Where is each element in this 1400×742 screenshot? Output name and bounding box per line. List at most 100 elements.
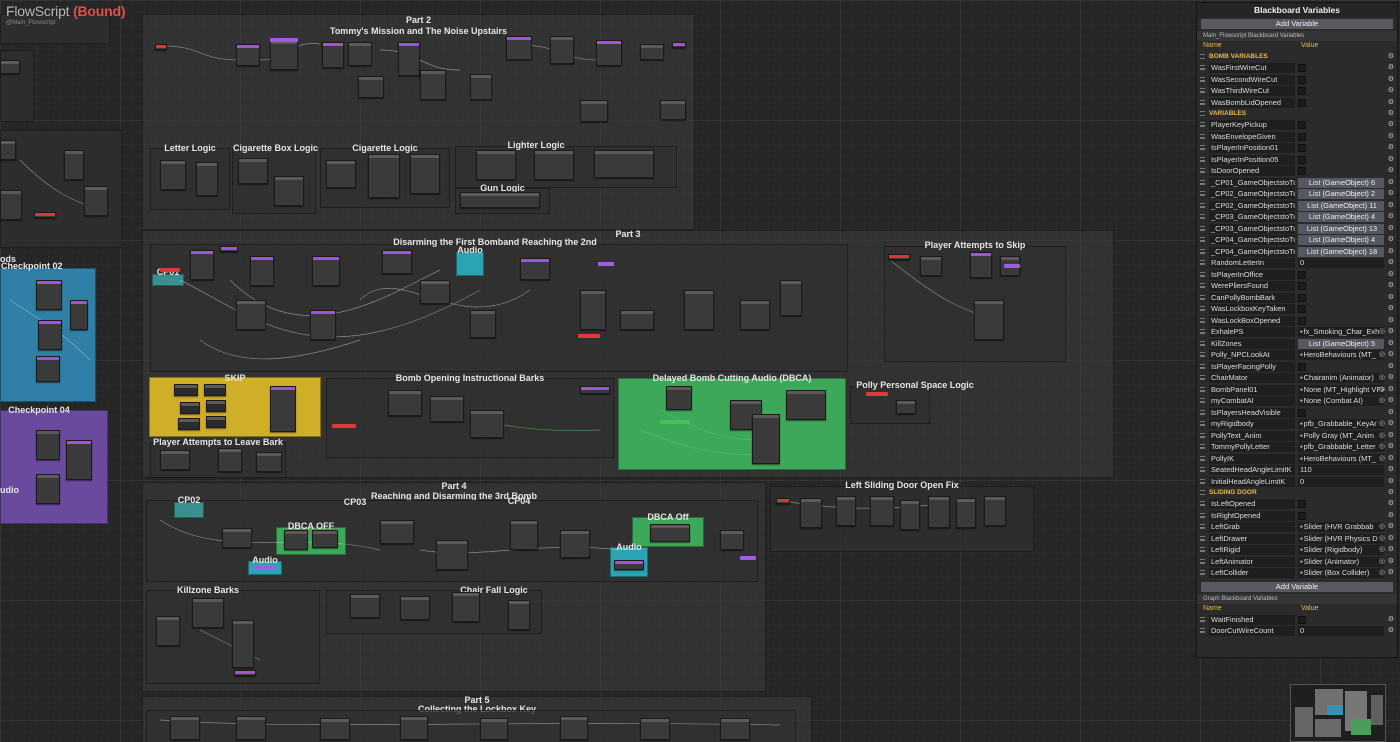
graph-node[interactable]	[580, 386, 610, 394]
drag-handle-icon[interactable]	[1200, 133, 1205, 139]
variable-name-field[interactable]: WasLockBoxOpened	[1209, 315, 1295, 326]
variable-object-field[interactable]: ▪Slider (Box Collider)	[1298, 568, 1384, 578]
graph-node[interactable]	[36, 474, 60, 504]
drag-handle-icon[interactable]	[1200, 111, 1205, 116]
variable-name-field[interactable]: myCombatAI	[1209, 396, 1295, 406]
variable-name-field[interactable]: LeftDrawer	[1209, 533, 1295, 544]
variable-object-field[interactable]: ▪None (Combat AI)	[1298, 396, 1384, 406]
graph-node[interactable]	[660, 100, 686, 120]
drag-handle-icon[interactable]	[1200, 54, 1205, 59]
variable-name-field[interactable]: ChairMator	[1209, 373, 1295, 383]
graph-node[interactable]	[382, 250, 412, 274]
variable-name-field[interactable]: InitialHeadAngleLimitK	[1209, 476, 1295, 487]
graph-node[interactable]	[236, 716, 266, 740]
variable-name-field[interactable]: IsPlayerInOffice	[1209, 269, 1295, 280]
variable-checkbox[interactable]	[1298, 121, 1306, 129]
graph-node[interactable]	[594, 150, 654, 178]
drag-handle-icon[interactable]	[1200, 237, 1205, 242]
variable-row-wasenvelopegiven[interactable]: WasEnvelopeGiven ⚙	[1197, 131, 1397, 143]
graph-node[interactable]	[974, 300, 1004, 340]
variable-checkbox[interactable]	[1298, 362, 1306, 371]
variable-object-field[interactable]: ▪fx_Smoking_Char_Exh	[1298, 327, 1384, 337]
graph-node[interactable]	[320, 718, 350, 740]
gear-icon[interactable]: ⚙	[1388, 177, 1394, 189]
variable-row-exhaleps[interactable]: ExhalePS ▪fx_Smoking_Char_Exh ◎ ⚙	[1197, 326, 1397, 338]
variable-list-value[interactable]: List (GameObject) 2	[1298, 189, 1384, 199]
graph-node[interactable]	[322, 42, 344, 68]
graph-node[interactable]	[470, 410, 504, 438]
variable-name-field[interactable]: Polly_NPCLookAt	[1209, 350, 1295, 360]
graph-node[interactable]	[284, 530, 308, 550]
variable-checkbox[interactable]	[1298, 87, 1306, 95]
variable-name-field[interactable]: WasEnvelopeGiven	[1209, 131, 1295, 142]
graph-node[interactable]	[420, 70, 446, 100]
variable-row-initialheadanglelimitk[interactable]: InitialHeadAngleLimitK 0 ⚙	[1197, 476, 1397, 488]
graph-node[interactable]	[398, 42, 420, 76]
variable-row-leftanimator[interactable]: LeftAnimator ▪Slider (Animator) ◎ ⚙	[1197, 556, 1397, 568]
variable-name-field[interactable]: _CP04_GameObjectstoTur	[1209, 235, 1295, 245]
gear-icon[interactable]: ⚙	[1388, 142, 1394, 154]
graph-node[interactable]	[470, 74, 492, 100]
variable-checkbox[interactable]	[1298, 75, 1306, 84]
gear-icon[interactable]: ⚙	[1388, 326, 1394, 338]
minimap[interactable]	[1290, 684, 1386, 742]
graph-node[interactable]	[420, 280, 450, 304]
variable-checkbox[interactable]	[1298, 408, 1306, 417]
variable-checkbox[interactable]	[1298, 511, 1306, 520]
variable-name-field[interactable]: _CP02_GameObjectstoTur	[1209, 189, 1295, 199]
variable-value-field[interactable]: 0	[1298, 258, 1384, 268]
drag-handle-icon[interactable]	[1200, 628, 1205, 633]
variable-row-leftdrawer[interactable]: LeftDrawer ▪Slider (HVR Physics D ◎ ⚙	[1197, 533, 1397, 545]
graph-node[interactable]	[160, 160, 186, 190]
drag-handle-icon[interactable]	[1200, 214, 1205, 219]
drag-handle-icon[interactable]	[1200, 558, 1205, 564]
variable-row-leftcollider[interactable]: LeftCollider ▪Slider (Box Collider) ◎ ⚙	[1197, 567, 1397, 579]
gear-icon[interactable]: ⚙	[1388, 85, 1394, 97]
graph-node[interactable]	[430, 396, 464, 422]
graph-node[interactable]	[666, 386, 692, 410]
graph-node[interactable]	[870, 496, 894, 526]
graph-node[interactable]	[896, 400, 916, 414]
gear-icon[interactable]: ⚙	[1388, 131, 1394, 143]
gear-icon[interactable]: ⚙	[1388, 625, 1394, 637]
drag-handle-icon[interactable]	[1200, 260, 1205, 265]
graph-node[interactable]	[380, 520, 414, 544]
variable-name-field[interactable]: WasThirdWireCut	[1209, 86, 1295, 96]
graph-node[interactable]	[206, 416, 226, 428]
graph-node[interactable]	[0, 140, 16, 160]
graph-node[interactable]	[238, 158, 268, 184]
drag-handle-icon[interactable]	[1200, 444, 1205, 449]
blackboard-panel[interactable]: Blackboard Variables Add Variable Main_F…	[1196, 2, 1398, 658]
variable-name-field[interactable]: WerePliersFound	[1209, 281, 1295, 291]
drag-handle-icon[interactable]	[1200, 432, 1205, 438]
graph-node[interactable]	[236, 44, 260, 66]
graph-node[interactable]	[720, 718, 750, 740]
variable-row-cp04-gameobjectstotur[interactable]: _CP04_GameObjectstoTur List (GameObject) …	[1197, 246, 1397, 258]
gear-icon[interactable]: ⚙	[1388, 430, 1394, 442]
variable-checkbox[interactable]	[1298, 282, 1306, 290]
variable-checkbox[interactable]	[1298, 167, 1306, 175]
gear-icon[interactable]: ⚙	[1388, 349, 1394, 361]
graph-node[interactable]	[560, 530, 590, 558]
graph-node[interactable]	[36, 356, 60, 382]
graph-node[interactable]	[220, 246, 238, 252]
variable-row-tommypollyletter[interactable]: TommyPollyLetter ▪pfb_Grabbable_Letter ◎ ⚙	[1197, 441, 1397, 453]
gear-icon[interactable]: ⚙	[1388, 188, 1394, 200]
variable-list-value[interactable]: List (GameObject) 4	[1298, 212, 1384, 222]
gear-icon[interactable]: ⚙	[1388, 97, 1394, 109]
variable-name-field[interactable]: _CP03_GameObjectstoTur	[1209, 223, 1295, 234]
graph-node[interactable]	[180, 402, 200, 414]
gear-icon[interactable]: ⚙	[1388, 567, 1394, 579]
drag-handle-icon[interactable]	[1200, 329, 1205, 334]
variable-checkbox[interactable]	[1298, 144, 1306, 152]
variable-row-isplayerinposition01[interactable]: IsPlayerInPosition01 ⚙	[1197, 142, 1397, 154]
graph-node[interactable]	[550, 36, 574, 64]
graph-node[interactable]	[274, 176, 304, 206]
gear-icon[interactable]: ⚙	[1388, 315, 1394, 327]
gear-icon[interactable]: ⚙	[1388, 556, 1394, 568]
drag-handle-icon[interactable]	[1200, 225, 1205, 231]
variable-checkbox[interactable]	[1298, 98, 1306, 107]
graph-node[interactable]	[222, 528, 252, 548]
drag-handle-icon[interactable]	[1200, 283, 1205, 288]
graph-node[interactable]	[752, 414, 780, 464]
